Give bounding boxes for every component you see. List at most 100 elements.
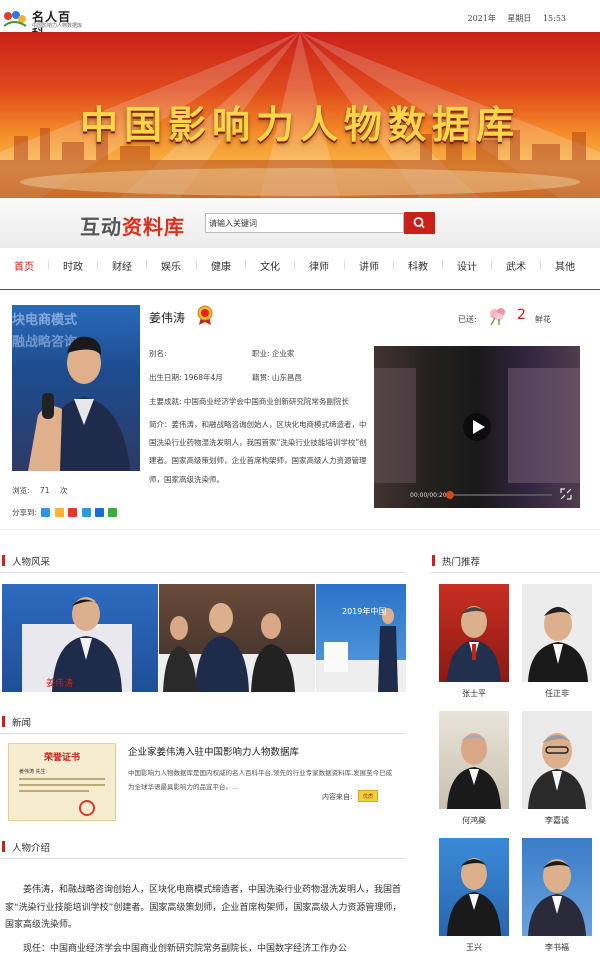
hot-person-name[interactable]: 李嘉诚 xyxy=(522,815,592,826)
intro-text: 姜伟涛，和融战略咨询创始人，区块化电商模式缔造者，中国洗染行业药物湿洗发明人，我… xyxy=(5,882,405,958)
hot-person-card[interactable] xyxy=(439,838,509,938)
birth-date-field: 出生日期: 1968年4月 xyxy=(149,372,223,383)
share-plus-icon[interactable] xyxy=(41,508,50,517)
hot-person-photo xyxy=(522,584,592,682)
nav-divider xyxy=(48,260,49,270)
top-bar: 名人百科 中国影响力人物数据库 2021年 星期日 15:53 xyxy=(0,0,600,32)
nav-item-entertainment[interactable]: 娱乐 xyxy=(151,258,191,273)
heading-accent xyxy=(432,555,435,566)
flower-icon[interactable] xyxy=(487,306,509,326)
source-badge: 优质 xyxy=(358,790,378,802)
person-silhouette xyxy=(522,711,592,809)
heading-accent xyxy=(2,841,5,852)
occupation-field: 职业: 企业家 xyxy=(252,348,294,359)
profile-card: 块电商模式 融战略咨询 姜伟涛 别名: 职业: 企业家 出生日期: 1968年4… xyxy=(0,292,600,530)
share-weibo-icon[interactable] xyxy=(68,508,77,517)
cert-seal xyxy=(79,800,95,816)
share-wechat-icon[interactable] xyxy=(108,508,117,517)
share-bar: 分享到: xyxy=(12,507,117,518)
nav-item-lawyer[interactable]: 律师 xyxy=(299,258,339,273)
flower-count: 2 xyxy=(517,307,526,323)
hot-person-card[interactable] xyxy=(439,711,509,811)
profile-summary: 简介：姜伟涛，和融战略咨询创始人，区块化电商模式缔造者，中国洗染行业药物湿洗发明… xyxy=(149,416,369,489)
nav-item-martial-arts[interactable]: 武术 xyxy=(496,258,536,273)
hot-person-card[interactable] xyxy=(439,584,509,684)
hot-person-photo xyxy=(439,838,509,936)
play-icon[interactable] xyxy=(462,412,492,442)
share-tencent-icon[interactable] xyxy=(82,508,91,517)
hot-person-name[interactable]: 张士平 xyxy=(439,688,509,699)
gallery-slide-1[interactable]: 姜伟涛 xyxy=(2,584,158,692)
nav-divider xyxy=(442,260,443,270)
brand-logo-text: 互动资料库 xyxy=(80,211,185,240)
slide-photo xyxy=(316,584,406,692)
source-label: 内容来自: xyxy=(322,792,352,802)
nav-item-other[interactable]: 其他 xyxy=(545,258,585,273)
person-silhouette xyxy=(439,711,509,809)
achievement-field: 主要成就: 中国商业经济学会中国商业创新研究院常务副院长 xyxy=(149,396,349,407)
flower-label[interactable]: 鲜花 xyxy=(535,314,551,325)
heading-accent xyxy=(2,555,5,566)
section-divider xyxy=(0,858,405,859)
news-item-title[interactable]: 企业家姜伟涛入驻中国影响力人物数据库 xyxy=(128,744,299,758)
hot-person-photo xyxy=(439,584,509,682)
nav-item-design[interactable]: 设计 xyxy=(447,258,487,273)
nav-divider xyxy=(97,260,98,270)
news-title: 新闻 xyxy=(12,718,31,729)
cert-line xyxy=(19,784,105,786)
nav-item-home[interactable]: 首页 xyxy=(4,258,44,273)
nav-divider xyxy=(491,260,492,270)
search-bar: 互动资料库 请输入关键词 xyxy=(0,198,600,248)
cert-title: 荣誉证书 xyxy=(9,750,115,763)
nav-item-politics[interactable]: 时政 xyxy=(53,258,93,273)
video-blur-right xyxy=(508,368,580,483)
date-time: 2021年 星期日 15:53 xyxy=(467,13,566,24)
slide-photo xyxy=(2,584,158,692)
cert-line xyxy=(19,790,89,792)
hot-person-card[interactable] xyxy=(522,584,592,684)
clock-time: 15:53 xyxy=(543,14,566,23)
views-number: 71 xyxy=(40,486,50,495)
hot-person-card[interactable] xyxy=(522,838,592,938)
fullscreen-icon[interactable] xyxy=(560,488,572,500)
video-progress-track[interactable] xyxy=(448,494,552,496)
search-button[interactable] xyxy=(404,212,435,234)
nav-item-science[interactable]: 科教 xyxy=(398,258,438,273)
hot-heading: 热门推荐 xyxy=(442,554,480,568)
intro-paragraph: 现任：中国商业经济学会中国商业创新研究院常务副院长，中国数字经济工作办公 xyxy=(5,941,405,958)
nav-item-culture[interactable]: 文化 xyxy=(250,258,290,273)
site-logo[interactable]: 名人百科 中国影响力人物数据库 xyxy=(2,8,74,30)
views-label: 浏览: xyxy=(12,486,30,495)
gallery-heading: 人物风采 xyxy=(12,554,50,568)
person-silhouette xyxy=(522,838,592,936)
gallery-slide-2[interactable] xyxy=(159,584,315,692)
hot-person-card[interactable] xyxy=(522,711,592,811)
hot-person-name[interactable]: 任正非 xyxy=(522,688,592,699)
intro-title: 人物介绍 xyxy=(12,843,50,854)
hot-person-name[interactable]: 何鸿燊 xyxy=(439,815,509,826)
share-renren-icon[interactable] xyxy=(95,508,104,517)
hot-person-name[interactable]: 李书福 xyxy=(522,942,592,953)
video-player[interactable]: 00:00/00:20 xyxy=(374,346,580,508)
share-qzone-icon[interactable] xyxy=(55,508,64,517)
logo-subtitle: 中国影响力人物数据库 xyxy=(32,22,82,29)
news-certificate-image[interactable]: 荣誉证书 姜伟涛 先生： xyxy=(8,743,116,821)
nav-item-finance[interactable]: 财经 xyxy=(102,258,142,273)
nav-item-lecturer[interactable]: 讲师 xyxy=(349,258,389,273)
section-divider xyxy=(430,572,600,573)
intro-paragraph: 姜伟涛，和融战略咨询创始人，区块化电商模式缔造者，中国洗染行业药物湿洗发明人，我… xyxy=(5,882,405,935)
video-progress-handle[interactable] xyxy=(446,491,454,499)
video-time: 00:00/00:20 xyxy=(410,492,447,499)
nav-item-health[interactable]: 健康 xyxy=(201,258,241,273)
person-silhouette xyxy=(439,584,509,682)
hot-person-name[interactable]: 王兴 xyxy=(439,942,509,953)
hometown-field: 籍贯: 山东昌邑 xyxy=(252,372,302,383)
intro-heading: 人物介绍 xyxy=(12,840,50,854)
hero-banner: 中国影响力人物数据库 xyxy=(0,32,600,198)
gallery-slide-3[interactable]: 2019年中国 xyxy=(316,584,406,692)
view-count: 浏览: 71 次 xyxy=(12,485,67,496)
banner-title: 中国影响力人物数据库 xyxy=(0,94,600,149)
person-silhouette xyxy=(522,584,592,682)
search-input[interactable]: 请输入关键词 xyxy=(205,213,404,233)
nav-divider xyxy=(245,260,246,270)
